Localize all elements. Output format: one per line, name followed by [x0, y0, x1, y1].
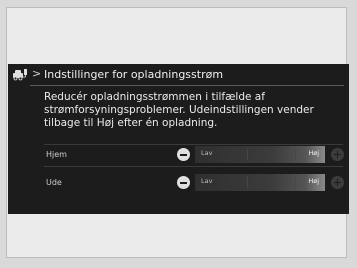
slider-max-label: Høj	[308, 177, 319, 185]
row-divider	[44, 144, 343, 145]
slider-tick	[247, 149, 248, 160]
slider-tick	[295, 149, 296, 160]
current-slider-home[interactable]: Lav Høj	[195, 146, 325, 163]
description-text: Reducér opladningsstrømmen i tilfælde af…	[44, 91, 314, 129]
slider-min-label: Lav	[201, 177, 213, 185]
decrease-home-button[interactable]	[177, 148, 190, 161]
slider-tick	[247, 177, 248, 188]
setting-row-home: Hjem Lav Høj	[8, 144, 349, 167]
header: > Indstillinger for opladningsstrøm	[8, 64, 349, 86]
charging-current-settings-screen: > Indstillinger for opladningsstrøm Redu…	[8, 64, 349, 214]
row-label-away: Ude	[46, 178, 62, 187]
slider-tick	[295, 177, 296, 188]
row-divider	[44, 166, 343, 167]
current-slider-away[interactable]: Lav Høj	[195, 174, 325, 191]
header-divider	[30, 85, 344, 86]
slider-min-label: Lav	[201, 149, 213, 157]
slider-fill	[195, 146, 325, 163]
back-chevron-icon[interactable]: >	[32, 67, 41, 80]
increase-home-button[interactable]	[331, 148, 344, 161]
slider-max-label: Høj	[308, 149, 319, 157]
page-title: Indstillinger for opladningsstrøm	[44, 68, 224, 81]
car-charging-icon	[13, 69, 27, 81]
decrease-away-button[interactable]	[177, 176, 190, 189]
setting-row-away: Ude Lav Høj	[8, 172, 349, 194]
slider-fill	[195, 174, 325, 191]
row-label-home: Hjem	[46, 150, 67, 159]
increase-away-button[interactable]	[331, 176, 344, 189]
